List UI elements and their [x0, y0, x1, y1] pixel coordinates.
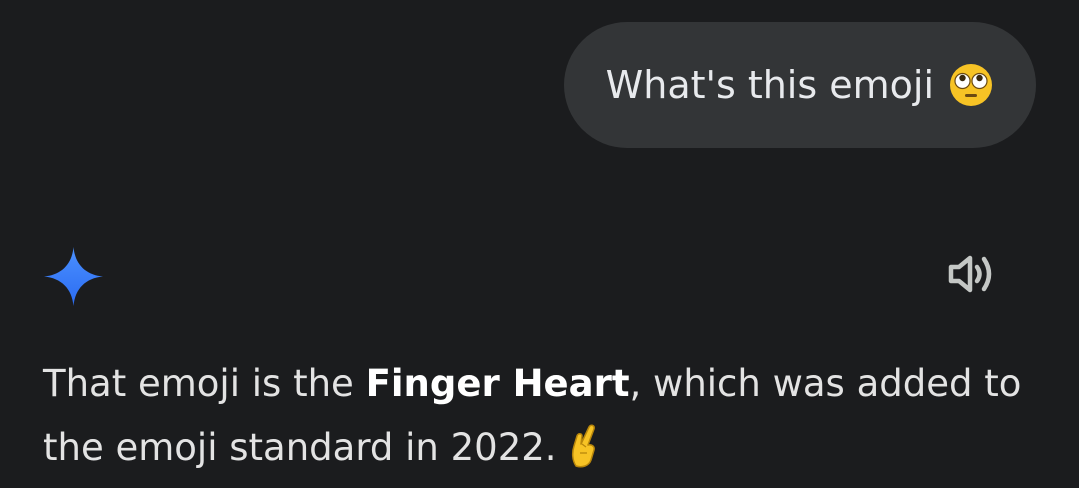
speaker-icon — [946, 250, 998, 302]
response-emoji-name: Finger Heart — [365, 362, 630, 405]
assistant-response: That emoji is the Finger Heart, which wa… — [43, 352, 1053, 480]
finger-heart-emoji-icon — [567, 422, 603, 468]
flushed-face-emoji-icon — [948, 62, 994, 108]
user-message-text: What's this emoji — [605, 63, 934, 107]
read-aloud-button[interactable] — [944, 250, 1000, 302]
gemini-sparkle-icon — [43, 246, 104, 307]
response-text-start: That emoji is the — [43, 362, 366, 405]
user-message-bubble[interactable]: What's this emoji — [563, 22, 1036, 148]
